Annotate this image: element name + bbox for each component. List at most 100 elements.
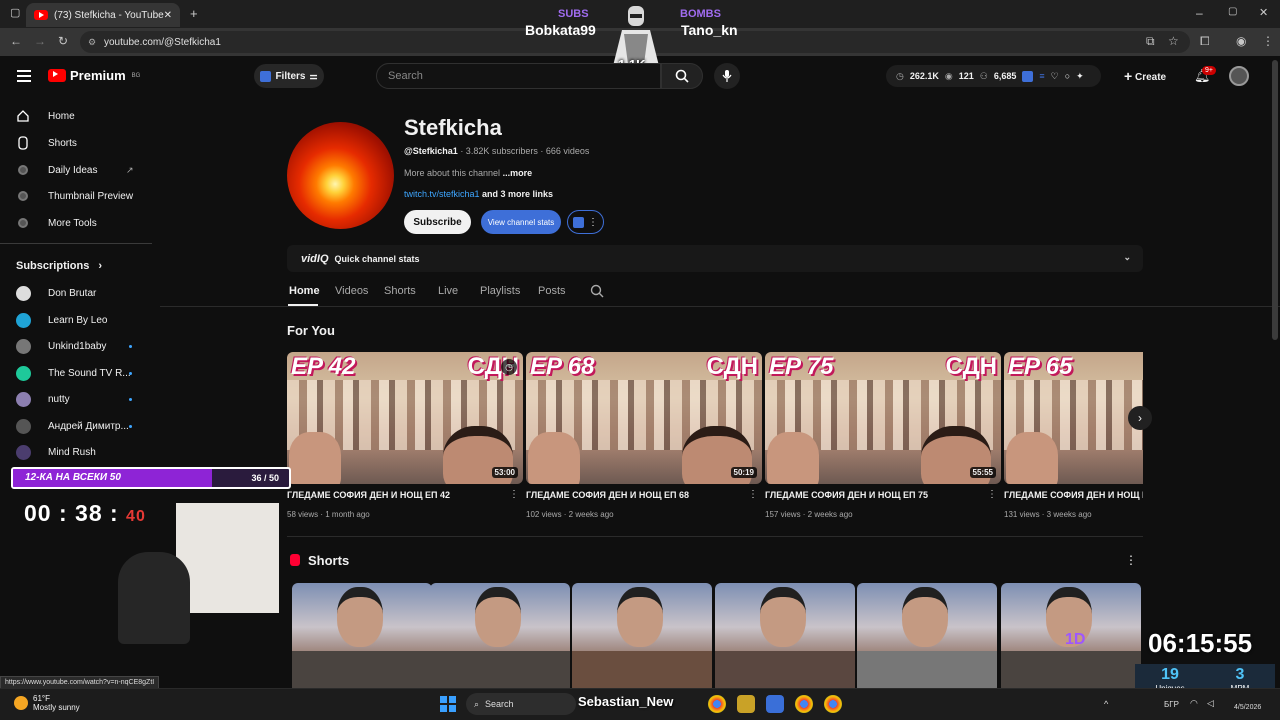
voice-search-button[interactable] <box>714 63 740 89</box>
subscription-item[interactable]: Mind Rush <box>16 443 136 461</box>
video-thumbnail[interactable]: EP 68 СДН 50:19 <box>526 352 762 484</box>
taskbar-search[interactable]: ⌕ Search <box>466 693 576 715</box>
vidiq-tool-icon <box>16 163 30 177</box>
video-thumbnail[interactable]: EP 42 СДН ◷ 53:00 <box>287 352 523 484</box>
tray-chevron-icon[interactable]: ^ <box>1104 699 1108 709</box>
video-card[interactable]: EP 68 СДН 50:19 ГЛЕДАМЕ СОФИЯ ДЕН И НОЩ … <box>526 352 762 519</box>
video-menu-icon[interactable]: ⋮ <box>987 489 997 500</box>
chrome-icon[interactable] <box>708 695 726 713</box>
sparkle-icon[interactable]: ✦ <box>1076 71 1084 82</box>
forward-icon[interactable]: → <box>34 34 46 48</box>
chrome-icon[interactable] <box>824 695 842 713</box>
short-thumbnail[interactable] <box>857 583 997 693</box>
guide-menu-button[interactable] <box>17 70 31 82</box>
video-thumbnail[interactable]: EP 75 СДН 55:55 <box>765 352 1001 484</box>
windows-start-icon[interactable] <box>440 696 456 712</box>
subscription-item[interactable]: Learn By Leo <box>16 311 136 329</box>
subscription-item[interactable]: Андрей Димитр... <box>16 417 136 435</box>
minimize-icon[interactable]: – <box>1196 6 1203 20</box>
tab-live[interactable]: Live <box>438 285 458 297</box>
sidebar-item-shorts[interactable]: Shorts <box>16 133 77 153</box>
app-icon[interactable] <box>766 695 784 713</box>
short-thumbnail[interactable] <box>715 583 855 693</box>
new-tab-icon[interactable]: + <box>190 6 198 21</box>
bookmark-star-icon[interactable]: ☆ <box>1168 34 1179 48</box>
search-button[interactable] <box>661 63 703 89</box>
tab-videos[interactable]: Videos <box>335 285 368 297</box>
search-input[interactable]: Search <box>376 63 661 89</box>
close-window-icon[interactable]: ✕ <box>1259 6 1268 19</box>
chevron-down-icon[interactable]: ⌄ <box>1123 252 1131 263</box>
carousel-next-button[interactable]: › <box>1128 406 1152 430</box>
video-card[interactable]: EP 65 ГЛЕДАМЕ СОФИЯ ДЕН И НОЩ ЕП 131 vie… <box>1004 352 1143 522</box>
shorts-menu-icon[interactable]: ⋮ <box>1125 553 1137 567</box>
sidebar-item-home[interactable]: Home <box>16 106 75 126</box>
video-card[interactable]: EP 42 СДН ◷ 53:00 ГЛЕДАМЕ СОФИЯ ДЕН И НО… <box>287 352 523 519</box>
subscription-item[interactable]: nutty <box>16 390 136 408</box>
vidiq-options-button[interactable]: ⋮ <box>567 210 604 234</box>
subscription-item[interactable]: Unkind1baby <box>16 337 136 355</box>
video-title[interactable]: ГЛЕДАМЕ СОФИЯ ДЕН И НОЩ ЕП <box>1004 490 1143 500</box>
sidebar-item-daily-ideas[interactable]: Daily Ideas ↗ <box>16 160 134 180</box>
back-icon[interactable]: ← <box>10 34 22 48</box>
vidiq-quick-stats-panel[interactable]: vidIQ Quick channel stats ⌄ <box>287 245 1143 272</box>
subscribe-button[interactable]: Subscribe <box>404 210 471 234</box>
account-avatar[interactable] <box>1229 66 1249 86</box>
cast-icon[interactable]: ⧉ <box>1146 34 1155 49</box>
tab-menu-icon[interactable]: ▢ <box>10 6 20 19</box>
sidebar-item-more-tools[interactable]: More Tools <box>16 213 97 233</box>
vidiq-icon[interactable] <box>1022 70 1034 82</box>
list-icon[interactable]: ≡ <box>1039 71 1044 81</box>
video-duration: 50:19 <box>730 467 757 478</box>
channel-links[interactable]: twitch.tv/stefkicha1 and 3 more links <box>404 189 553 199</box>
video-thumbnail[interactable]: EP 65 <box>1004 352 1143 484</box>
tab-posts[interactable]: Posts <box>538 285 566 297</box>
watch-later-clock-icon[interactable]: ◷ <box>501 359 517 375</box>
site-info-icon[interactable]: ⚙ <box>88 37 96 48</box>
chat-icon[interactable]: ○ <box>1065 71 1070 81</box>
twitch-link[interactable]: twitch.tv/stefkicha1 <box>404 189 480 199</box>
channel-description[interactable]: More about this channel ...more <box>404 168 532 178</box>
view-channel-stats-button[interactable]: View channel stats <box>481 210 561 234</box>
create-button[interactable]: + Create <box>1124 68 1166 84</box>
maximize-icon[interactable]: ▢ <box>1228 6 1237 17</box>
video-title[interactable]: ГЛЕДАМЕ СОФИЯ ДЕН И НОЩ ЕП 75 <box>765 490 987 500</box>
subscriptions-heading[interactable]: Subscriptions › <box>16 260 102 272</box>
short-thumbnail[interactable] <box>430 583 570 693</box>
volume-icon[interactable]: ◁ <box>1207 698 1214 709</box>
language-indicator[interactable]: БГР <box>1164 700 1179 709</box>
chrome-icon[interactable] <box>795 695 813 713</box>
short-thumbnail[interactable] <box>572 583 712 693</box>
tab-shorts[interactable]: Shorts <box>384 285 416 297</box>
vidiq-filters-button[interactable]: Filters ⚌ <box>254 64 324 88</box>
more-links[interactable]: and 3 more links <box>480 189 553 199</box>
profile-icon[interactable]: ◉ <box>1236 34 1246 48</box>
short-thumbnail[interactable] <box>292 583 432 693</box>
video-menu-icon[interactable]: ⋮ <box>748 489 758 500</box>
browser-tab[interactable]: (73) Stefkicha - YouTube ✕ <box>26 3 180 27</box>
extensions-icon[interactable]: ⧠ <box>1200 34 1210 49</box>
subscription-item[interactable]: The Sound TV R... <box>16 364 136 382</box>
trophy-icon[interactable]: ♡ <box>1051 71 1059 82</box>
channel-avatar-large[interactable] <box>287 122 394 229</box>
subscription-item[interactable]: Don Brutar <box>16 284 136 302</box>
tab-playlists[interactable]: Playlists <box>480 285 520 297</box>
weather-widget[interactable]: 61°F Mostly sunny <box>14 694 80 712</box>
sidebar-item-thumbnail-preview[interactable]: Thumbnail Preview <box>16 186 133 206</box>
video-title[interactable]: ГЛЕДАМЕ СОФИЯ ДЕН И НОЩ ЕП 42 <box>287 490 509 500</box>
video-card[interactable]: EP 75 СДН 55:55 ГЛЕДАМЕ СОФИЯ ДЕН И НОЩ … <box>765 352 1001 519</box>
wifi-icon[interactable]: ◠ <box>1190 698 1198 709</box>
short-thumbnail[interactable]: 1D <box>1001 583 1141 693</box>
tab-home[interactable]: Home <box>289 285 320 297</box>
more-link[interactable]: ...more <box>503 168 533 178</box>
app-icon[interactable] <box>737 695 755 713</box>
youtube-premium-logo[interactable]: Premium BG <box>48 68 140 83</box>
page-scrollbar[interactable] <box>1272 60 1278 340</box>
channel-search-icon[interactable] <box>590 284 604 298</box>
vidiq-stats-bar[interactable]: ◷ 262.1K ◉ 121 ⚇ 6,685 ≡ ♡ ○ ✦ <box>886 65 1101 87</box>
reload-icon[interactable]: ↻ <box>58 34 68 48</box>
video-menu-icon[interactable]: ⋮ <box>509 489 519 500</box>
close-tab-icon[interactable]: ✕ <box>164 10 172 21</box>
video-title[interactable]: ГЛЕДАМЕ СОФИЯ ДЕН И НОЩ ЕП 68 <box>526 490 748 500</box>
browser-menu-icon[interactable]: ⋮ <box>1262 34 1274 48</box>
